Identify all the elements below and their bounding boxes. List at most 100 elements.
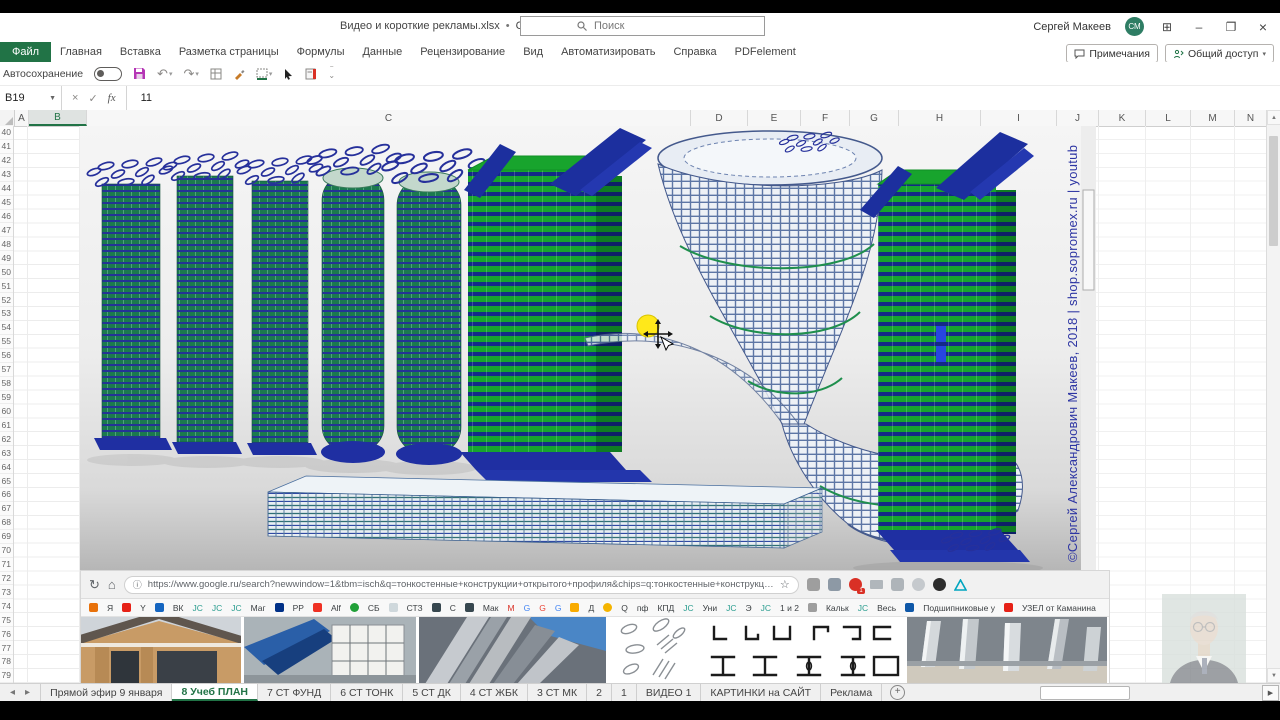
formula-input[interactable]: 11	[127, 92, 152, 104]
column-header-B[interactable]: B	[29, 110, 87, 126]
bookmark-item[interactable]: Alf	[331, 603, 341, 613]
column-header-E[interactable]: E	[748, 110, 801, 126]
row-header-49[interactable]: 49	[0, 251, 13, 265]
sheet-tab-6-СТ-ТОНК[interactable]: 6 СТ ТОНК	[331, 684, 403, 701]
row-header-43[interactable]: 43	[0, 168, 13, 182]
ribbon-tab-автоматизировать[interactable]: Автоматизировать	[552, 42, 664, 62]
column-header-K[interactable]: K	[1099, 110, 1146, 126]
bookmark-item[interactable]	[275, 603, 284, 612]
select-all-corner[interactable]	[0, 110, 15, 126]
row-header-73[interactable]: 73	[0, 585, 13, 599]
restore-button[interactable]: ❐	[1222, 20, 1240, 34]
bookmark-item[interactable]: Y	[140, 603, 146, 613]
bookmark-item[interactable]: пф	[637, 603, 649, 613]
bookmark-item[interactable]: G	[524, 603, 531, 613]
bookmark-item[interactable]	[570, 603, 579, 612]
row-header-77[interactable]: 77	[0, 641, 13, 655]
bookmark-item[interactable]	[603, 603, 612, 612]
enter-icon[interactable]: ✓	[88, 92, 97, 105]
vscroll-thumb[interactable]	[1269, 136, 1278, 246]
row-header-51[interactable]: 51	[0, 279, 13, 293]
bookmark-item[interactable]: С	[450, 603, 456, 613]
resize-table-icon[interactable]	[210, 68, 222, 80]
sheet-tab-2[interactable]: 2	[587, 684, 612, 701]
row-header-61[interactable]: 61	[0, 418, 13, 432]
bookmark-item[interactable]: СБ	[368, 603, 380, 613]
bookmark-item[interactable]	[313, 603, 322, 612]
ribbon-tab-формулы[interactable]: Формулы	[288, 42, 354, 62]
column-header-L[interactable]: L	[1146, 110, 1191, 126]
share-button[interactable]: Общий доступ ▾	[1165, 44, 1274, 63]
row-header-78[interactable]: 78	[0, 655, 13, 669]
new-sheet-button[interactable]: +	[890, 685, 905, 700]
bookmark-item[interactable]	[389, 603, 398, 612]
bookmark-item[interactable]	[122, 603, 131, 612]
redo-button[interactable]: ↷▾	[183, 66, 198, 82]
bookmark-item[interactable]	[350, 603, 359, 612]
select-pointer-icon[interactable]	[283, 68, 294, 80]
cancel-icon[interactable]: ×	[72, 92, 78, 104]
row-header-52[interactable]: 52	[0, 293, 13, 307]
row-header-64[interactable]: 64	[0, 460, 13, 474]
bookmark-item[interactable]	[155, 603, 164, 612]
bookmark-item[interactable]: JC	[858, 603, 868, 613]
bookmark-item[interactable]: JC	[192, 603, 202, 613]
ribbon-tab-главная[interactable]: Главная	[51, 42, 111, 62]
embedded-fem-image[interactable]: -0.05	[80, 126, 1096, 570]
sheet-tab-5-СТ-ДК[interactable]: 5 СТ ДК	[403, 684, 461, 701]
row-header-47[interactable]: 47	[0, 223, 13, 237]
column-header-J[interactable]: J	[1057, 110, 1099, 126]
bookmark-item[interactable]: Q	[621, 603, 628, 613]
bookmark-item[interactable]: JC	[212, 603, 222, 613]
sheet-tab-1[interactable]: 1	[612, 684, 637, 701]
row-header-42[interactable]: 42	[0, 154, 13, 168]
row-header-45[interactable]: 45	[0, 196, 13, 210]
row-header-53[interactable]: 53	[0, 307, 13, 321]
ribbon-options-icon[interactable]: ⊞	[1158, 20, 1176, 34]
row-header-76[interactable]: 76	[0, 627, 13, 641]
grid-cells-left[interactable]	[14, 126, 80, 683]
bookmark-item[interactable]	[465, 603, 474, 612]
bookmark-item[interactable]: Я	[107, 603, 113, 613]
bookmark-item[interactable]	[808, 603, 817, 612]
sheet-tab-Реклама[interactable]: Реклама	[821, 684, 882, 701]
row-header-50[interactable]: 50	[0, 265, 13, 279]
sheet-tab-ВИДЕО-1[interactable]: ВИДЕО 1	[637, 684, 702, 701]
bookmark-item[interactable]	[1004, 603, 1013, 612]
sheet-tab-4-СТ-ЖБК[interactable]: 4 СТ ЖБК	[461, 684, 528, 701]
embedded-browser-image[interactable]: ↻ ⌂ ⓘ https://www.google.ru/search?newwi…	[80, 570, 1110, 683]
bookmark-item[interactable]	[905, 603, 914, 612]
sheet-tab-Прямой-эфир-9-января[interactable]: Прямой эфир 9 января	[40, 684, 172, 701]
scroll-right-icon[interactable]: ▶	[1262, 685, 1279, 701]
steel-studs-thumbnail[interactable]	[907, 617, 1107, 684]
row-header-55[interactable]: 55	[0, 335, 13, 349]
search-input[interactable]: Поиск	[520, 16, 765, 36]
bookmark-item[interactable]: JC	[761, 603, 771, 613]
bookmark-item[interactable]: Подшипниковые у	[923, 603, 995, 613]
ribbon-tab-pdfelement[interactable]: PDFelement	[726, 42, 805, 62]
bookmark-item[interactable]: Д	[588, 603, 594, 613]
comments-button[interactable]: Примечания	[1066, 44, 1158, 63]
house-photo-thumbnail[interactable]	[81, 617, 241, 684]
column-header-H[interactable]: H	[899, 110, 981, 126]
steel-frame-model-thumbnail[interactable]	[244, 617, 416, 684]
hscroll-thumb[interactable]	[1040, 686, 1130, 700]
sheet-tab-7-СТ-ФУНД[interactable]: 7 СТ ФУНД	[258, 684, 331, 701]
ribbon-tab-разметка-страницы[interactable]: Разметка страницы	[170, 42, 288, 62]
bookmark-item[interactable]: ВК	[173, 603, 184, 613]
row-headers[interactable]: 4041424344454647484950515253545556575859…	[0, 126, 14, 683]
bookmark-item[interactable]: РР	[293, 603, 304, 613]
bookmark-item[interactable]: G	[555, 603, 562, 613]
vertical-scrollbar[interactable]: ▲ ▼	[1266, 110, 1280, 683]
qat-customize-icon[interactable]: ‾⌄	[328, 69, 335, 78]
ribbon-tab-вид[interactable]: Вид	[514, 42, 552, 62]
undo-button[interactable]: ↶▾	[157, 66, 172, 82]
column-header-A[interactable]: A	[15, 110, 29, 126]
bookmark-item[interactable]: Мак	[483, 603, 499, 613]
row-header-60[interactable]: 60	[0, 404, 13, 418]
bookmark-item[interactable]: M	[507, 603, 514, 613]
draw-border-icon[interactable]: ▾	[256, 68, 273, 80]
ribbon-tab-file[interactable]: Файл	[0, 42, 51, 62]
sheet-tab-3-СТ-МК[interactable]: 3 СТ МК	[528, 684, 587, 701]
bookmark-item[interactable]: Весь	[877, 603, 896, 613]
